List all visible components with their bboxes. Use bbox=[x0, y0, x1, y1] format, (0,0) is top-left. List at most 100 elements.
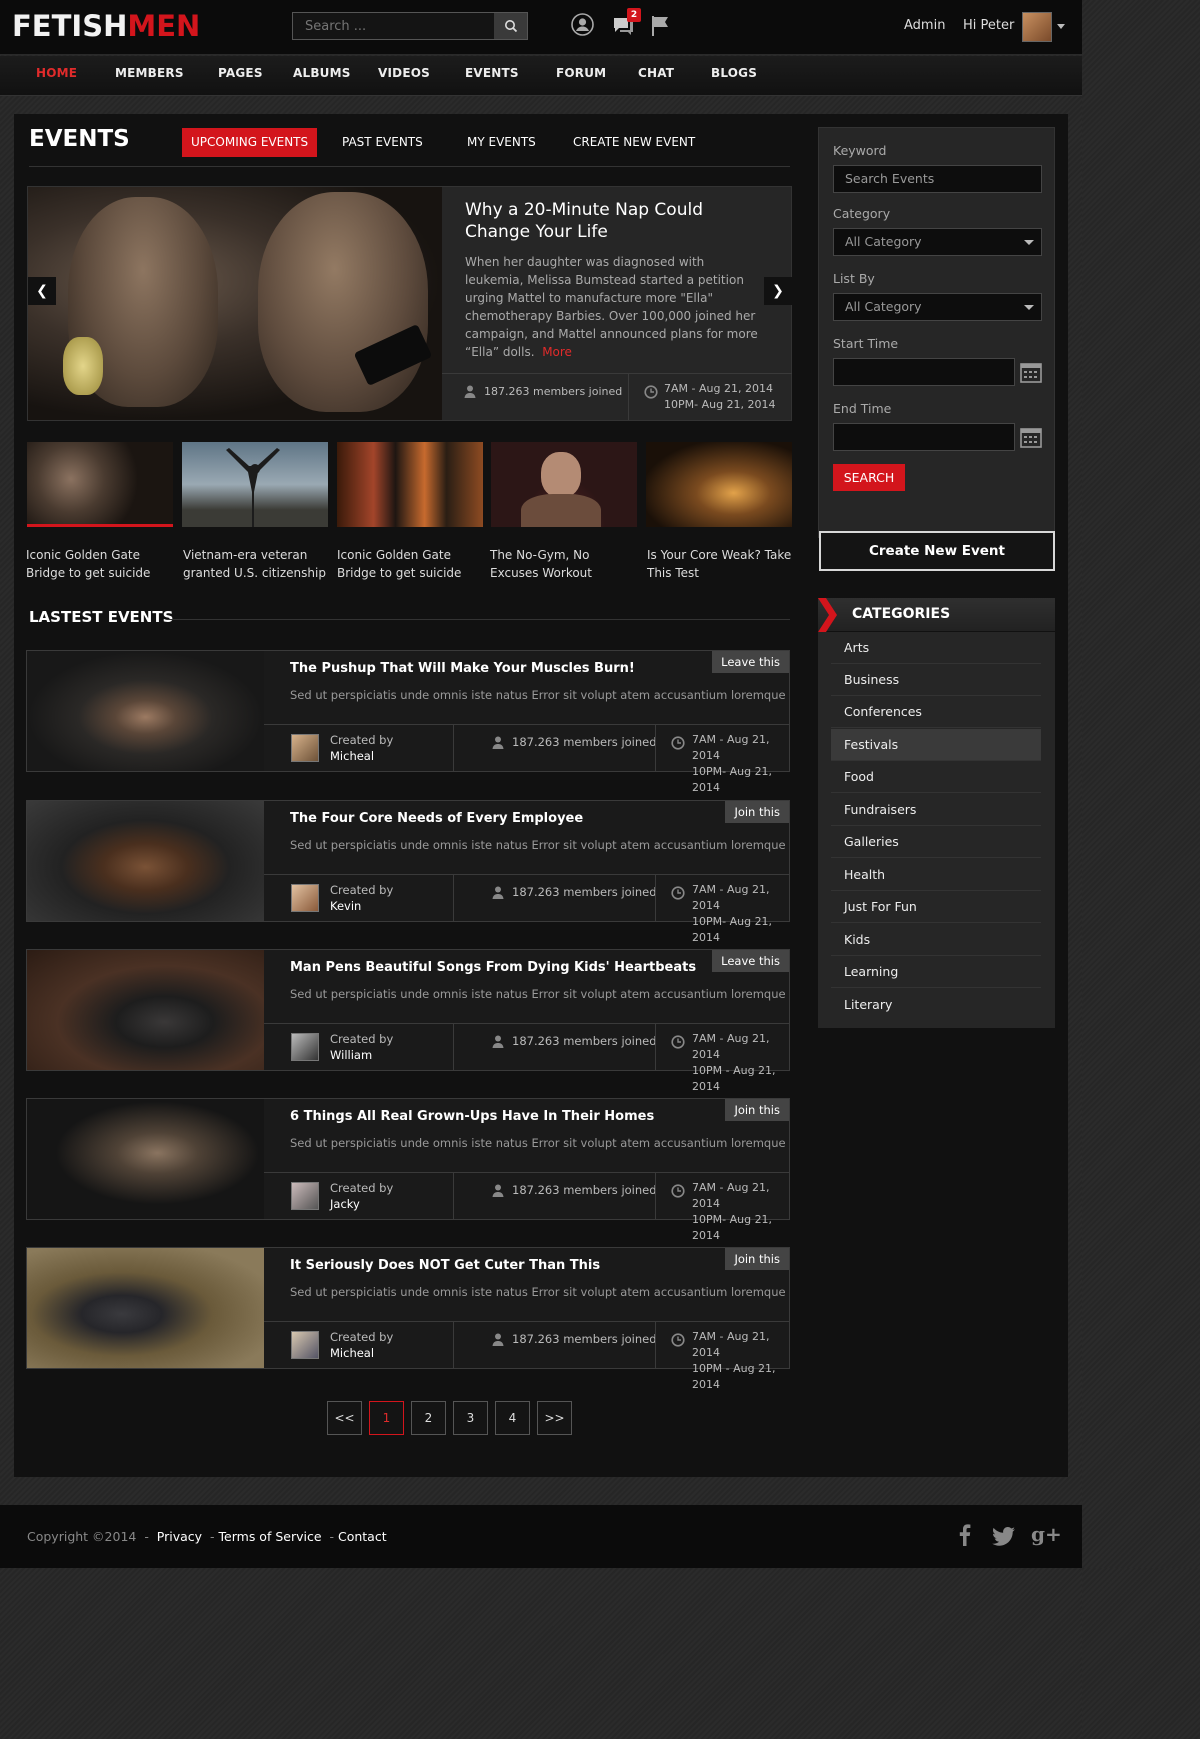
leave-event-button[interactable]: Leave this bbox=[712, 651, 789, 673]
event-image[interactable] bbox=[27, 801, 264, 921]
category-item[interactable]: Just For Fun bbox=[831, 891, 1041, 923]
avatar[interactable] bbox=[291, 1182, 319, 1210]
category-select[interactable]: All Category bbox=[833, 228, 1042, 256]
category-item[interactable]: Food bbox=[831, 761, 1041, 793]
category-item[interactable]: Learning bbox=[831, 956, 1041, 988]
pagination-page-1[interactable]: 1 bbox=[369, 1401, 404, 1435]
nav-item-home[interactable]: HOME bbox=[36, 66, 77, 80]
thumbnail-caption[interactable]: Iconic Golden Gate Bridge to get suicide bbox=[337, 546, 487, 582]
slider-next-button[interactable]: ❯ bbox=[764, 277, 792, 305]
nav-item-members[interactable]: MEMBERS bbox=[115, 66, 184, 80]
event-image[interactable] bbox=[27, 950, 264, 1070]
listby-select[interactable]: All Category bbox=[833, 293, 1042, 321]
nav-item-events[interactable]: EVENTS bbox=[465, 66, 519, 80]
start-time-input[interactable] bbox=[833, 358, 1015, 386]
thumbnail-4[interactable] bbox=[491, 442, 637, 527]
nav-item-albums[interactable]: ALBUMS bbox=[293, 66, 351, 80]
filter-search-button[interactable]: SEARCH bbox=[833, 464, 905, 491]
category-item[interactable]: Arts bbox=[831, 632, 1041, 664]
contact-link[interactable]: Contact bbox=[338, 1529, 387, 1544]
calendar-icon[interactable] bbox=[1020, 426, 1042, 448]
privacy-link[interactable]: Privacy bbox=[157, 1529, 202, 1544]
category-item[interactable]: Health bbox=[831, 859, 1041, 891]
thumbnail-caption[interactable]: The No-Gym, No Excuses Workout bbox=[490, 546, 640, 582]
category-item[interactable]: Galleries bbox=[831, 826, 1041, 858]
thumbnail-1[interactable] bbox=[27, 442, 173, 527]
event-card: Man Pens Beautiful Songs From Dying Kids… bbox=[26, 949, 790, 1093]
category-item[interactable]: Kids bbox=[831, 924, 1041, 956]
avatar[interactable] bbox=[291, 1331, 319, 1359]
site-footer: Copyright ©2014 - Privacy - Terms of Ser… bbox=[0, 1505, 1082, 1568]
event-image[interactable] bbox=[27, 1248, 264, 1368]
facebook-icon[interactable] bbox=[958, 1524, 971, 1546]
thumbnail-5[interactable] bbox=[646, 442, 792, 527]
chevron-down-icon[interactable] bbox=[1057, 24, 1065, 29]
thumbnail-2[interactable] bbox=[182, 442, 328, 527]
site-logo[interactable]: FETISHMEN bbox=[12, 10, 200, 42]
clock-icon bbox=[671, 886, 685, 900]
thumbnail-caption[interactable]: Iconic Golden Gate Bridge to get suicide bbox=[26, 546, 176, 582]
terms-link[interactable]: Terms of Service bbox=[219, 1529, 322, 1544]
event-title[interactable]: The Pushup That Will Make Your Muscles B… bbox=[290, 661, 635, 676]
thumbnail-3[interactable] bbox=[337, 442, 483, 527]
event-title[interactable]: 6 Things All Real Grown-Ups Have In Thei… bbox=[290, 1109, 654, 1124]
event-meta: Created by Jacky 187.263 members joined 7… bbox=[264, 1172, 789, 1242]
event-title[interactable]: Man Pens Beautiful Songs From Dying Kids… bbox=[290, 960, 696, 975]
tab-past-events[interactable]: PAST EVENTS bbox=[342, 128, 423, 157]
avatar[interactable] bbox=[1022, 12, 1052, 42]
nav-item-pages[interactable]: PAGES bbox=[218, 66, 263, 80]
leave-event-button[interactable]: Leave this bbox=[712, 950, 789, 972]
admin-link[interactable]: Admin bbox=[904, 18, 945, 33]
user-icon[interactable] bbox=[571, 13, 594, 36]
avatar[interactable] bbox=[291, 1033, 319, 1061]
featured-members: 187.263 members joined bbox=[484, 385, 623, 398]
more-link[interactable]: More bbox=[542, 345, 572, 359]
listby-label: List By bbox=[833, 271, 875, 286]
event-filter-panel: Keyword Search Events Category All Categ… bbox=[818, 127, 1055, 538]
thumbnail-caption[interactable]: Vietnam-era veteran granted U.S. citizen… bbox=[183, 546, 333, 582]
featured-image[interactable] bbox=[28, 187, 442, 420]
search-button[interactable] bbox=[494, 13, 527, 39]
flag-icon[interactable] bbox=[651, 15, 671, 37]
keyword-input[interactable]: Search Events bbox=[833, 165, 1042, 193]
pagination-next[interactable]: >> bbox=[537, 1401, 572, 1435]
pagination-prev[interactable]: << bbox=[327, 1401, 362, 1435]
create-new-event-button[interactable]: Create New Event bbox=[819, 531, 1055, 571]
thumbnail-caption[interactable]: Is Your Core Weak? Take This Test bbox=[647, 546, 797, 582]
tab-create-new-event[interactable]: CREATE NEW EVENT bbox=[573, 128, 695, 157]
search-input[interactable] bbox=[293, 13, 495, 39]
avatar[interactable] bbox=[291, 734, 319, 762]
event-image[interactable] bbox=[27, 1099, 264, 1219]
join-event-button[interactable]: Join this bbox=[725, 1248, 789, 1270]
pagination-page-3[interactable]: 3 bbox=[453, 1401, 488, 1435]
user-greeting[interactable]: Hi Peter bbox=[963, 18, 1014, 33]
nav-item-chat[interactable]: CHAT bbox=[638, 66, 674, 80]
nav-item-forum[interactable]: FORUM bbox=[556, 66, 606, 80]
category-item[interactable]: Business bbox=[831, 664, 1041, 696]
tab-upcoming-events[interactable]: UPCOMING EVENTS bbox=[182, 128, 318, 157]
category-item[interactable]: Literary bbox=[831, 989, 1041, 1021]
calendar-icon[interactable] bbox=[1020, 361, 1042, 383]
pagination-page-4[interactable]: 4 bbox=[495, 1401, 530, 1435]
end-time-input[interactable] bbox=[833, 423, 1015, 451]
nav-item-blogs[interactable]: BLOGS bbox=[711, 66, 757, 80]
person-icon bbox=[492, 886, 504, 899]
tab-my-events[interactable]: MY EVENTS bbox=[467, 128, 536, 157]
slider-prev-button[interactable]: ❮ bbox=[28, 277, 56, 305]
event-image[interactable] bbox=[27, 651, 264, 771]
keyword-label: Keyword bbox=[833, 143, 887, 158]
category-item[interactable]: Fundraisers bbox=[831, 794, 1041, 826]
twitter-icon[interactable] bbox=[992, 1527, 1015, 1546]
category-item[interactable]: Festivals bbox=[831, 729, 1041, 761]
pagination-page-2[interactable]: 2 bbox=[411, 1401, 446, 1435]
event-title[interactable]: The Four Core Needs of Every Employee bbox=[290, 811, 583, 826]
google-plus-icon[interactable]: g+ bbox=[1031, 1522, 1062, 1546]
featured-title[interactable]: Why a 20-Minute Nap Could Change Your Li… bbox=[465, 199, 765, 243]
avatar[interactable] bbox=[291, 884, 319, 912]
event-title[interactable]: It Seriously Does NOT Get Cuter Than Thi… bbox=[290, 1258, 600, 1273]
join-event-button[interactable]: Join this bbox=[725, 1099, 789, 1121]
nav-item-videos[interactable]: VIDEOS bbox=[378, 66, 430, 80]
event-creator: Created by Jacky bbox=[330, 1181, 394, 1211]
join-event-button[interactable]: Join this bbox=[725, 801, 789, 823]
category-item[interactable]: Conferences bbox=[831, 696, 1041, 728]
